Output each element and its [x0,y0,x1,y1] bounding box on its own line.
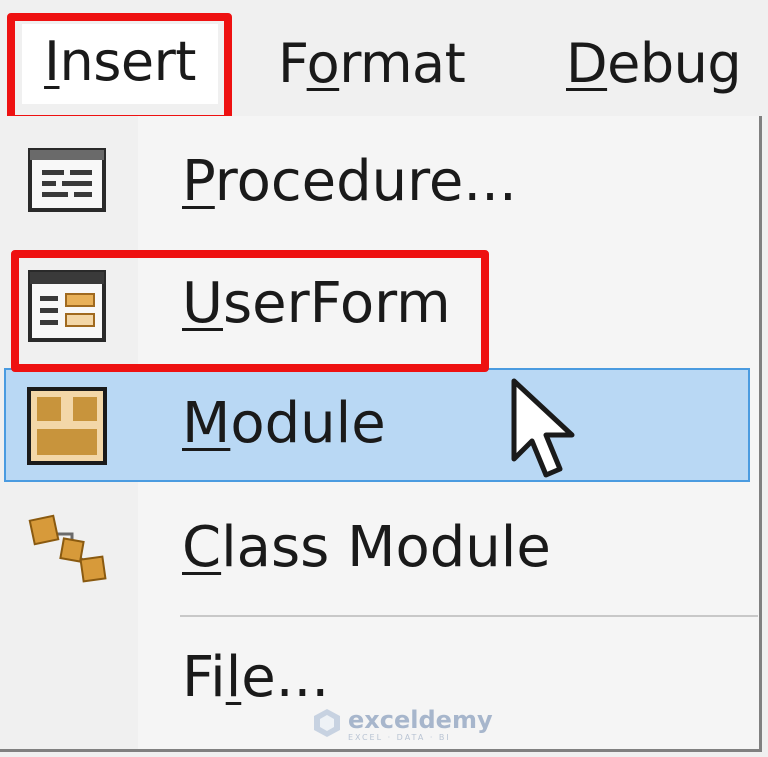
menu-format[interactable]: Format [278,26,466,102]
watermark-name: exceldemy [348,706,493,734]
menu-item-label: Class Module [182,510,551,586]
mouse-pointer-icon [510,377,580,485]
module-mnemonic: M [182,391,231,456]
file-label-pre: Fi [182,645,226,710]
debug-label-post: ebug [607,32,742,95]
insert-dropdown-menu: Procedure... UserForm Module Class Modul… [0,116,762,752]
menu-item-procedure[interactable]: Procedure... [0,126,759,240]
format-label-post: rmat [339,32,466,95]
annotation-highlight-insert [7,13,232,123]
format-label-pre: F [278,32,307,95]
exceldemy-logo-icon [312,707,342,743]
menu-item-label: File... [182,640,329,716]
menu-separator [180,615,758,617]
menu-debug[interactable]: Debug [566,26,742,102]
file-label-rest: e... [241,645,330,710]
debug-mnemonic: D [566,32,608,95]
menu-item-module[interactable]: Module [0,368,759,482]
watermark-logo: exceldemy EXCEL · DATA · BI [312,707,493,743]
file-mnemonic: l [225,645,242,710]
procedure-label-rest: rocedure... [214,149,517,214]
procedure-icon [28,148,108,218]
menu-item-class-module[interactable]: Class Module [0,492,759,606]
procedure-mnemonic: P [182,149,215,214]
menu-item-label: Module [182,386,386,462]
watermark-tagline: EXCEL · DATA · BI [348,733,451,742]
module-icon [26,386,110,472]
class-module-icon [24,506,114,590]
menu-item-label: Procedure... [182,144,517,220]
class-module-mnemonic: C [182,515,222,580]
class-module-label-rest: lass Module [221,515,551,580]
format-mnemonic: o [306,32,340,95]
annotation-highlight-module [11,250,489,372]
module-label-rest: odule [230,391,386,456]
vba-editor-screenshot: Insert Format Debug Procedure... UserFor… [0,0,768,757]
